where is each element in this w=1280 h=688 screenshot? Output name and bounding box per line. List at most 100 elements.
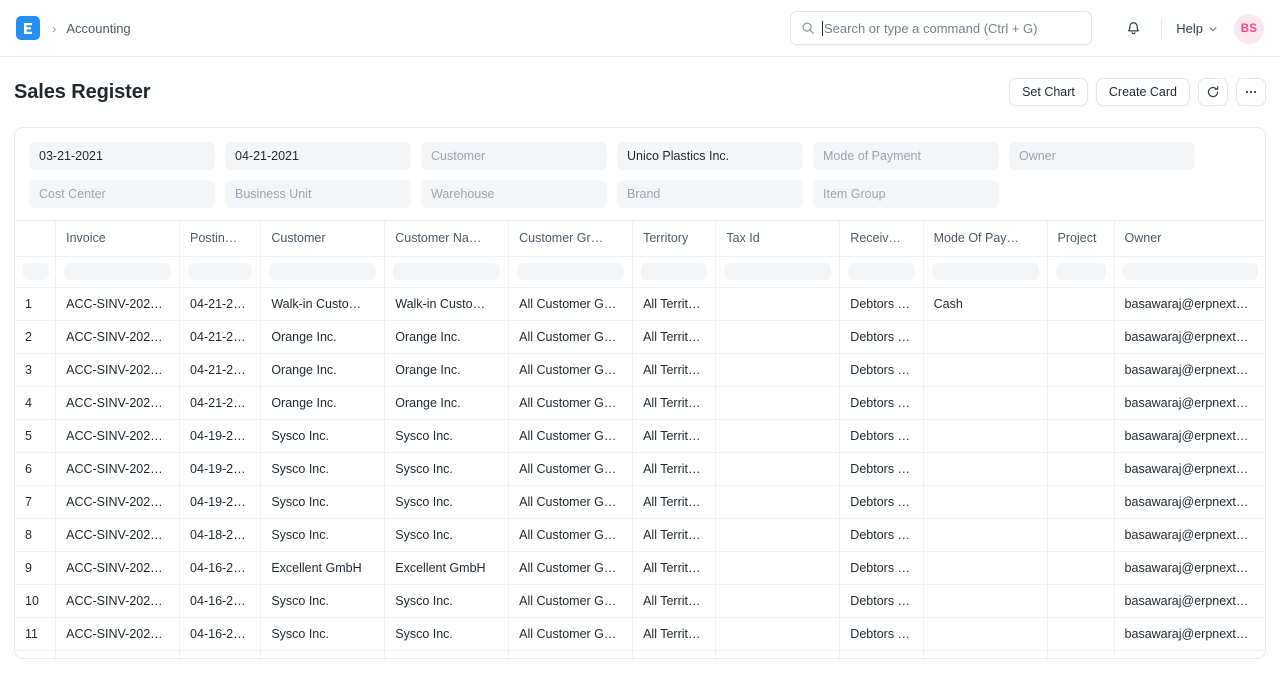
table-row[interactable]: 4ACC-SINV-202…04-21-2…Orange Inc.Orange … [15, 386, 1265, 419]
column-filter-cell[interactable] [716, 256, 840, 287]
cell-project[interactable] [1047, 452, 1114, 485]
cell-posting-date[interactable]: 04-21-2… [180, 353, 261, 386]
cell-posting-date[interactable]: 04-16-2… [180, 551, 261, 584]
cell-posting-date[interactable]: 04-16-2… [180, 617, 261, 650]
cell-customer-group[interactable]: All Customer G… [509, 386, 633, 419]
cell-mode-of-payment[interactable] [923, 551, 1047, 584]
cell-customer-name[interactable] [385, 650, 509, 659]
cell-customer-name[interactable]: Sysco Inc. [385, 518, 509, 551]
cell-tax-id[interactable] [716, 320, 840, 353]
cell-customer[interactable]: Sysco Inc. [261, 452, 385, 485]
cell-customer[interactable]: Sysco Inc. [261, 584, 385, 617]
cell-owner[interactable]: basawaraj@erpnext… [1114, 419, 1265, 452]
column-header[interactable]: Customer [261, 221, 385, 256]
cell-customer-group[interactable] [509, 650, 633, 659]
table-select-all-header[interactable] [15, 221, 56, 256]
cell-mode-of-payment[interactable]: Cash [923, 287, 1047, 320]
cell-customer-name[interactable]: Sysco Inc. [385, 617, 509, 650]
cell-mode-of-payment[interactable] [923, 353, 1047, 386]
cell-customer-name[interactable]: Sysco Inc. [385, 452, 509, 485]
row-index[interactable]: 7 [15, 485, 56, 518]
row-index[interactable]: 8 [15, 518, 56, 551]
cell-customer[interactable]: Sysco Inc. [261, 518, 385, 551]
cell-tax-id[interactable] [716, 584, 840, 617]
cell-territory[interactable]: All Territ… [633, 551, 716, 584]
row-index[interactable]: 9 [15, 551, 56, 584]
cell-project[interactable] [1047, 518, 1114, 551]
avatar[interactable]: BS [1234, 14, 1264, 44]
cell-receivable-account[interactable]: Debtors … [840, 617, 923, 650]
cell-invoice[interactable]: ACC-SINV-202… [56, 485, 180, 518]
cell-tax-id[interactable] [716, 287, 840, 320]
more-options-button[interactable] [1236, 78, 1266, 106]
report-table-scroll[interactable]: InvoicePostin…CustomerCustomer Na…Custom… [15, 220, 1265, 659]
cell-receivable-account[interactable]: Debtors … [840, 320, 923, 353]
cell-receivable-account[interactable]: Debtors … [840, 485, 923, 518]
table-row[interactable]: 7ACC-SINV-202…04-19-2…Sysco Inc.Sysco In… [15, 485, 1265, 518]
row-index[interactable]: 5 [15, 419, 56, 452]
column-filter-cell[interactable] [633, 256, 716, 287]
column-header[interactable]: Mode Of Pay… [923, 221, 1047, 256]
cell-invoice[interactable]: ACC-SINV-202… [56, 518, 180, 551]
filter-warehouse[interactable]: Warehouse [421, 180, 607, 208]
cell-tax-id[interactable] [716, 650, 840, 659]
cell-posting-date[interactable]: 04-16-2… [180, 584, 261, 617]
filter-item-group[interactable]: Item Group [813, 180, 999, 208]
cell-owner[interactable] [1114, 650, 1265, 659]
cell-invoice[interactable]: ACC-SINV-202… [56, 353, 180, 386]
cell-posting-date[interactable] [180, 650, 261, 659]
cell-mode-of-payment[interactable] [923, 386, 1047, 419]
cell-project[interactable] [1047, 386, 1114, 419]
column-filter-cell[interactable] [923, 256, 1047, 287]
cell-project[interactable] [1047, 584, 1114, 617]
column-header[interactable]: Project [1047, 221, 1114, 256]
cell-customer[interactable] [261, 650, 385, 659]
cell-customer[interactable]: Orange Inc. [261, 386, 385, 419]
filter-from-date[interactable]: 03-21-2021 [29, 142, 215, 170]
cell-owner[interactable]: basawaraj@erpnext… [1114, 353, 1265, 386]
filter-customer[interactable]: Customer [421, 142, 607, 170]
cell-customer-name[interactable]: Orange Inc. [385, 353, 509, 386]
breadcrumb-accounting[interactable]: Accounting [66, 21, 130, 36]
cell-owner[interactable]: basawaraj@erpnext… [1114, 584, 1265, 617]
column-filter-cell[interactable] [385, 256, 509, 287]
cell-territory[interactable]: All Territ… [633, 518, 716, 551]
cell-customer[interactable]: Sysco Inc. [261, 485, 385, 518]
row-index[interactable]: 1 [15, 287, 56, 320]
filter-owner[interactable]: Owner [1009, 142, 1195, 170]
cell-owner[interactable]: basawaraj@erpnext… [1114, 320, 1265, 353]
table-row[interactable]: 6ACC-SINV-202…04-19-2…Sysco Inc.Sysco In… [15, 452, 1265, 485]
column-filter-cell[interactable] [15, 256, 56, 287]
cell-owner[interactable]: basawaraj@erpnext… [1114, 386, 1265, 419]
cell-mode-of-payment[interactable] [923, 518, 1047, 551]
cell-mode-of-payment[interactable] [923, 617, 1047, 650]
column-filter-cell[interactable] [1114, 256, 1265, 287]
cell-territory[interactable]: All Territ… [633, 320, 716, 353]
cell-posting-date[interactable]: 04-21-2… [180, 386, 261, 419]
column-header[interactable]: Territory [633, 221, 716, 256]
cell-project[interactable] [1047, 617, 1114, 650]
cell-territory[interactable]: All Territ… [633, 287, 716, 320]
cell-territory[interactable]: All Territ… [633, 386, 716, 419]
row-index[interactable]: 12 [15, 650, 56, 659]
filter-to-date[interactable]: 04-21-2021 [225, 142, 411, 170]
cell-customer-group[interactable]: All Customer G… [509, 419, 633, 452]
cell-tax-id[interactable] [716, 617, 840, 650]
cell-owner[interactable]: basawaraj@erpnext… [1114, 452, 1265, 485]
cell-customer-group[interactable]: All Customer G… [509, 584, 633, 617]
erpnext-logo-icon[interactable] [16, 16, 40, 40]
cell-tax-id[interactable] [716, 551, 840, 584]
cell-customer[interactable]: Orange Inc. [261, 353, 385, 386]
cell-territory[interactable]: All Territ… [633, 353, 716, 386]
table-row[interactable]: 8ACC-SINV-202…04-18-2…Sysco Inc.Sysco In… [15, 518, 1265, 551]
cell-customer-group[interactable]: All Customer G… [509, 320, 633, 353]
column-filter-cell[interactable] [180, 256, 261, 287]
cell-customer[interactable]: Excellent GmbH [261, 551, 385, 584]
cell-customer-name[interactable]: Sysco Inc. [385, 584, 509, 617]
column-filter-cell[interactable] [261, 256, 385, 287]
cell-project[interactable] [1047, 320, 1114, 353]
row-index[interactable]: 3 [15, 353, 56, 386]
cell-receivable-account[interactable]: Debtors … [840, 287, 923, 320]
cell-territory[interactable]: All Territ… [633, 584, 716, 617]
cell-customer-group[interactable]: All Customer G… [509, 287, 633, 320]
